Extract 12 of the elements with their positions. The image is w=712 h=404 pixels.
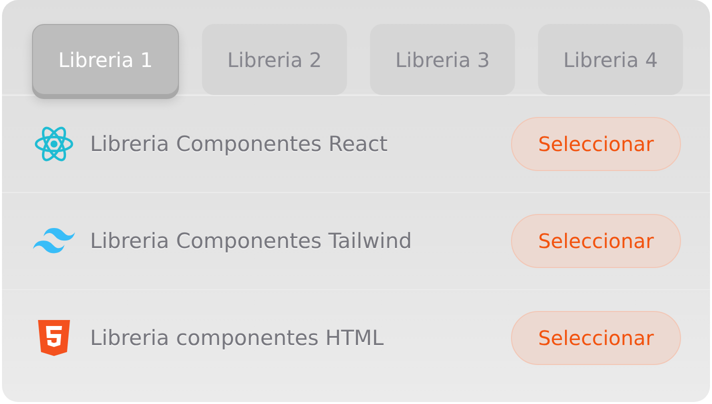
tab[interactable]: Libreria 3	[370, 24, 515, 95]
select-button[interactable]: Seleccionar	[511, 311, 681, 365]
library-name: Libreria Componentes React	[90, 132, 389, 156]
library-name: Libreria componentes HTML	[90, 326, 385, 350]
select-button[interactable]: Seleccionar	[511, 214, 681, 268]
library-name: Libreria Componentes Tailwind	[90, 229, 413, 253]
shield-icon	[38, 320, 70, 356]
tab[interactable]: Libreria 4	[538, 24, 683, 95]
tab[interactable]: Libreria 2	[202, 24, 347, 95]
select-button[interactable]: Seleccionar	[511, 117, 681, 171]
wave-icon	[33, 228, 75, 254]
atom-icon	[34, 126, 74, 162]
